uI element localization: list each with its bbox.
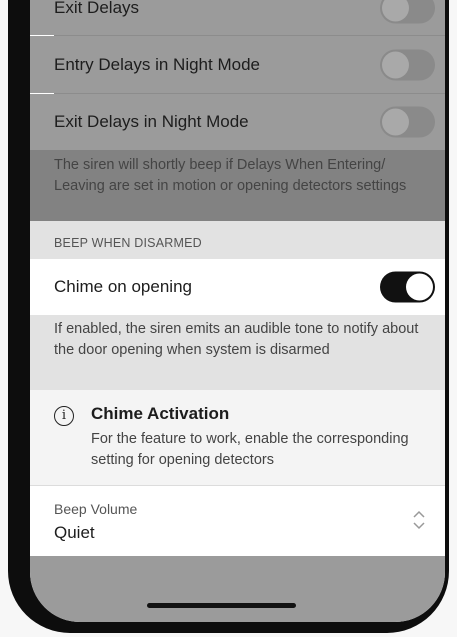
exit-night-toggle[interactable] xyxy=(380,106,435,138)
toggle-knob xyxy=(406,273,433,301)
entry-night-toggle[interactable] xyxy=(380,49,435,80)
entry-night-row[interactable]: Entry Delays in Night Mode xyxy=(30,36,445,93)
exit-delays-toggle[interactable] xyxy=(380,0,435,23)
bottom-area xyxy=(30,556,445,622)
toggle-knob xyxy=(382,0,409,21)
toggle-knob xyxy=(382,51,409,78)
exit-night-label: Exit Delays in Night Mode xyxy=(54,112,249,131)
beep-volume-select[interactable]: Beep Volume Quiet xyxy=(30,486,445,556)
chevron-updown-icon xyxy=(413,510,425,530)
chime-activation-card: i Chime Activation For the feature to wo… xyxy=(30,390,445,485)
chime-note: If enabled, the siren emits an audible t… xyxy=(30,315,445,390)
phone-frame: Exit Delays Entry Delays in Night Mode E… xyxy=(8,0,449,633)
exit-night-row[interactable]: Exit Delays in Night Mode xyxy=(30,94,445,150)
home-indicator[interactable] xyxy=(147,603,296,608)
delays-note: The siren will shortly beep if Delays Wh… xyxy=(30,150,445,221)
chime-toggle[interactable] xyxy=(380,271,435,303)
toggle-knob xyxy=(382,108,409,136)
info-icon: i xyxy=(54,406,74,426)
exit-delays-row[interactable]: Exit Delays xyxy=(30,0,445,35)
chime-label: Chime on opening xyxy=(54,277,192,296)
exit-delays-label: Exit Delays xyxy=(54,0,140,17)
chime-row[interactable]: Chime on opening xyxy=(30,259,445,315)
beep-volume-value: Quiet xyxy=(54,523,95,542)
settings-screen: Exit Delays Entry Delays in Night Mode E… xyxy=(30,0,445,622)
chime-activation-title: Chime Activation xyxy=(91,404,230,423)
beep-volume-label: Beep Volume xyxy=(54,501,138,517)
beep-section-header: BEEP WHEN DISARMED xyxy=(30,221,445,259)
chime-activation-body: For the feature to work, enable the corr… xyxy=(91,431,409,468)
entry-night-label: Entry Delays in Night Mode xyxy=(54,54,260,74)
